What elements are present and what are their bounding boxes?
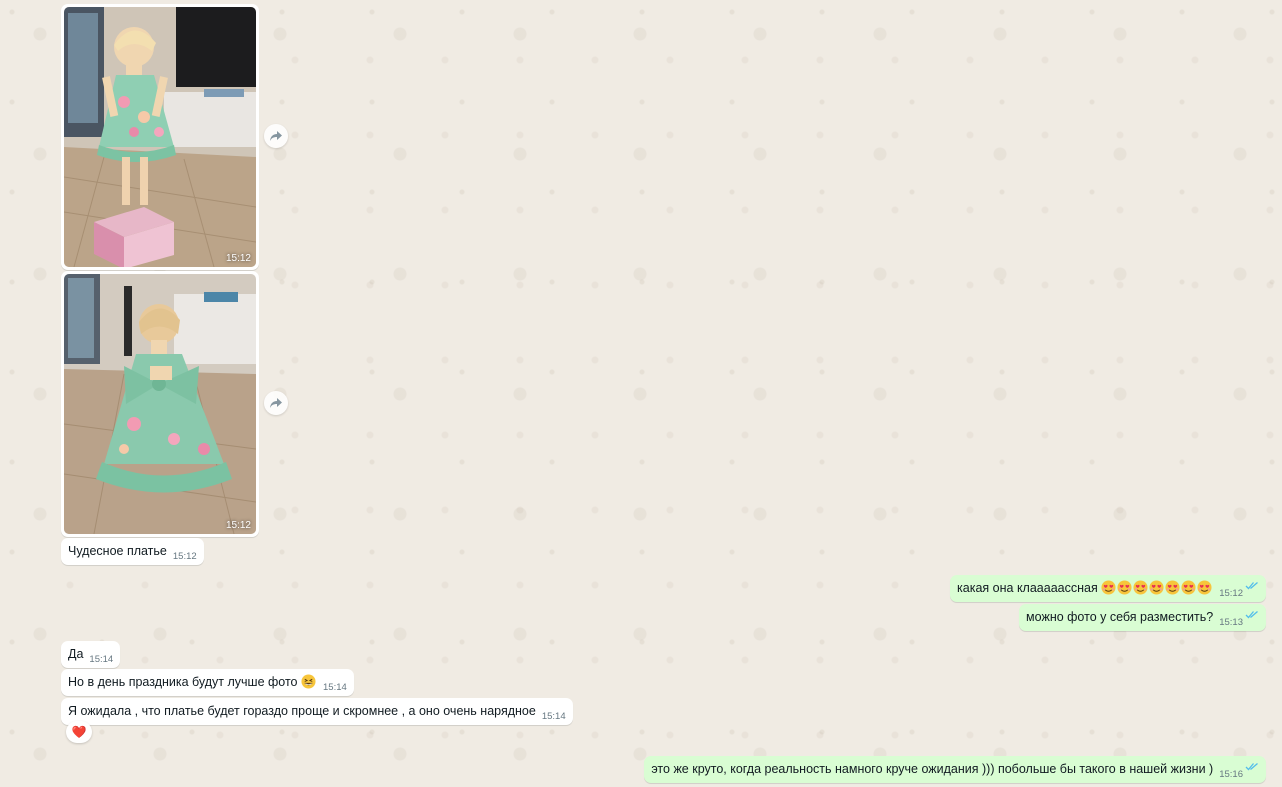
image-message-2[interactable]: 15:12 [61, 271, 259, 537]
message-text: Я ожидала , что платье будет гораздо про… [68, 704, 536, 718]
forward-icon [270, 131, 282, 141]
smiling-face-with-hearts-icon [1181, 580, 1196, 595]
message-incoming[interactable]: Да 15:14 [61, 641, 121, 668]
smiling-face-with-hearts-icon [1101, 580, 1116, 595]
smiling-face-with-hearts-icon [1197, 580, 1212, 595]
message-text: Чудесное платье [68, 544, 167, 558]
message-incoming[interactable]: Я ожидала , что платье будет гораздо про… [61, 698, 573, 725]
smiling-face-with-hearts-icon [1133, 580, 1148, 595]
read-ticks-icon [1245, 759, 1259, 776]
forward-button[interactable] [264, 391, 288, 415]
message-text: Да [68, 647, 84, 661]
smiling-face-with-hearts-icon [1165, 580, 1180, 595]
heart-icon: ❤️ [71, 725, 87, 739]
message-time: 15:14 [89, 654, 114, 665]
message-incoming[interactable]: Но в день праздника будут лучше фото 15:… [61, 669, 354, 696]
photo-dress-front[interactable]: 15:12 [64, 7, 256, 267]
message-time: 15:13 [1219, 617, 1243, 628]
photo-dress-back[interactable]: 15:12 [64, 274, 256, 534]
message-outgoing[interactable]: можно фото у себя разместить? 15:13 [1019, 604, 1266, 631]
grinning-squinting-face-icon [301, 674, 316, 689]
read-ticks-icon [1245, 607, 1259, 624]
forward-icon [270, 398, 282, 408]
forward-button[interactable] [264, 124, 288, 148]
smiling-face-with-hearts-icon [1149, 580, 1164, 595]
message-text: какая она клааааассная [957, 581, 1098, 595]
message-outgoing[interactable]: какая она клааааассная 15:12 [950, 575, 1266, 602]
read-ticks-icon [1245, 578, 1259, 595]
smiling-face-with-hearts-icon [1117, 580, 1132, 595]
message-incoming[interactable]: Чудесное платье 15:12 [61, 538, 204, 565]
message-time: 15:14 [541, 711, 566, 722]
message-text: можно фото у себя разместить? [1026, 610, 1214, 624]
message-text: это же круто, когда реальность намного к… [651, 762, 1214, 776]
emoji-group [1101, 580, 1213, 595]
message-time: 15:12 [1219, 588, 1243, 599]
photo-time: 15:12 [225, 520, 251, 531]
message-time: 15:14 [323, 682, 347, 693]
photo-time: 15:12 [225, 253, 251, 264]
message-outgoing[interactable]: это же круто, когда реальность намного к… [644, 756, 1266, 783]
image-message-1[interactable]: 15:12 [61, 4, 259, 270]
message-text: Но в день праздника будут лучше фото [68, 675, 298, 689]
message-time: 15:12 [172, 551, 197, 562]
heart-reaction[interactable]: ❤️ [66, 721, 92, 743]
message-time: 15:16 [1219, 769, 1243, 780]
